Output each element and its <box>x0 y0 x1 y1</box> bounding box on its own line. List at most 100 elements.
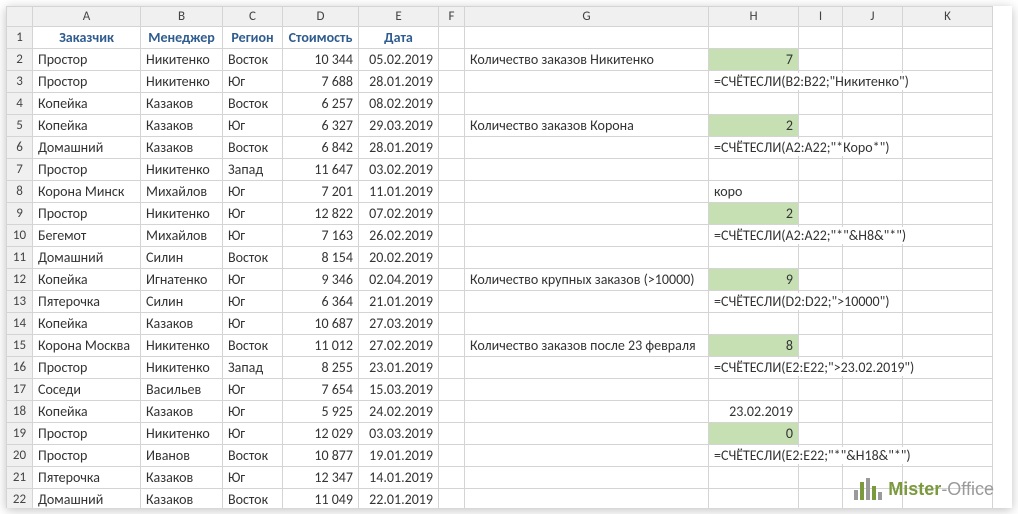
cell-H21[interactable] <box>709 467 799 489</box>
cell-G10[interactable] <box>465 225 709 247</box>
cell-K17[interactable] <box>903 379 993 401</box>
row-header-3[interactable]: 3 <box>7 71 33 93</box>
cell-D7[interactable]: 11 647 <box>283 159 359 181</box>
cell-A12[interactable]: Копейка <box>33 269 141 291</box>
cell-I12[interactable] <box>799 269 843 291</box>
col-header-I[interactable]: I <box>799 7 843 27</box>
row-header-7[interactable]: 7 <box>7 159 33 181</box>
cell-B2[interactable]: Никитенко <box>141 49 223 71</box>
cell-E7[interactable]: 03.02.2019 <box>359 159 439 181</box>
col-header-E[interactable]: E <box>359 7 439 27</box>
cell-I7[interactable] <box>799 159 843 181</box>
cell-C4[interactable]: Восток <box>223 93 283 115</box>
cell-F7[interactable] <box>439 159 465 181</box>
cell-B20[interactable]: Иванов <box>141 445 223 467</box>
cell-D11[interactable]: 8 154 <box>283 247 359 269</box>
cell-F22[interactable] <box>439 489 465 509</box>
cell-G2[interactable]: Количество заказов Никитенко <box>465 49 709 71</box>
cell-G7[interactable] <box>465 159 709 181</box>
cell-I2[interactable] <box>799 49 843 71</box>
cell-G22[interactable] <box>465 489 709 509</box>
cell-E3[interactable]: 28.01.2019 <box>359 71 439 93</box>
cell-A5[interactable]: Копейка <box>33 115 141 137</box>
row-header-4[interactable]: 4 <box>7 93 33 115</box>
cell-H19[interactable]: 0 <box>709 423 799 445</box>
cell-J18[interactable] <box>843 401 903 423</box>
cell-A18[interactable]: Копейка <box>33 401 141 423</box>
cell-F10[interactable] <box>439 225 465 247</box>
row-header-22[interactable]: 22 <box>7 489 33 509</box>
row-header-20[interactable]: 20 <box>7 445 33 467</box>
cell-E11[interactable]: 20.02.2019 <box>359 247 439 269</box>
col-header-C[interactable]: C <box>223 7 283 27</box>
cell-C17[interactable]: Юг <box>223 379 283 401</box>
cell-F1[interactable] <box>439 27 465 49</box>
cell-A4[interactable]: Копейка <box>33 93 141 115</box>
cell-C7[interactable]: Запад <box>223 159 283 181</box>
row-header-8[interactable]: 8 <box>7 181 33 203</box>
cell-D5[interactable]: 6 327 <box>283 115 359 137</box>
cell-G20[interactable] <box>465 445 709 467</box>
cell-K8[interactable] <box>903 181 993 203</box>
cell-H15[interactable]: 8 <box>709 335 799 357</box>
cell-G9[interactable] <box>465 203 709 225</box>
cell-F2[interactable] <box>439 49 465 71</box>
cell-J2[interactable] <box>843 49 903 71</box>
cell-H13[interactable]: =СЧЁТЕСЛИ(D2:D22;">10000") <box>709 291 799 313</box>
cell-H3[interactable]: =СЧЁТЕСЛИ(B2:B22;"Никитенко") <box>709 71 799 93</box>
cell-I4[interactable] <box>799 93 843 115</box>
cell-G1[interactable] <box>465 27 709 49</box>
cell-G12[interactable]: Количество крупных заказов (>10000) <box>465 269 709 291</box>
cell-I11[interactable] <box>799 247 843 269</box>
cell-A20[interactable]: Простор <box>33 445 141 467</box>
cell-C1[interactable]: Регион <box>223 27 283 49</box>
cell-K19[interactable] <box>903 423 993 445</box>
cell-C16[interactable]: Запад <box>223 357 283 379</box>
cell-E2[interactable]: 05.02.2019 <box>359 49 439 71</box>
cell-G19[interactable] <box>465 423 709 445</box>
cell-J17[interactable] <box>843 379 903 401</box>
cell-C19[interactable]: Юг <box>223 423 283 445</box>
cell-B5[interactable]: Казаков <box>141 115 223 137</box>
cell-D21[interactable]: 12 347 <box>283 467 359 489</box>
cell-E22[interactable]: 22.01.2019 <box>359 489 439 509</box>
cell-C6[interactable]: Восток <box>223 137 283 159</box>
cell-E13[interactable]: 21.01.2019 <box>359 291 439 313</box>
row-header-18[interactable]: 18 <box>7 401 33 423</box>
cell-G21[interactable] <box>465 467 709 489</box>
cell-J4[interactable] <box>843 93 903 115</box>
cell-K9[interactable] <box>903 203 993 225</box>
cell-F17[interactable] <box>439 379 465 401</box>
cell-G11[interactable] <box>465 247 709 269</box>
cell-A17[interactable]: Соседи <box>33 379 141 401</box>
cell-E1[interactable]: Дата <box>359 27 439 49</box>
cell-F18[interactable] <box>439 401 465 423</box>
cell-H22[interactable] <box>709 489 799 509</box>
cell-E20[interactable]: 19.01.2019 <box>359 445 439 467</box>
cell-F19[interactable] <box>439 423 465 445</box>
cell-D15[interactable]: 11 012 <box>283 335 359 357</box>
cell-K15[interactable] <box>903 335 993 357</box>
cell-D1[interactable]: Стоимость <box>283 27 359 49</box>
cell-A19[interactable]: Простор <box>33 423 141 445</box>
spreadsheet-grid[interactable]: ABCDEFGHIJK1ЗаказчикМенеджерРегионСтоимо… <box>6 6 993 508</box>
cell-G14[interactable] <box>465 313 709 335</box>
cell-B4[interactable]: Казаков <box>141 93 223 115</box>
cell-D6[interactable]: 6 842 <box>283 137 359 159</box>
cell-A8[interactable]: Корона Минск <box>33 181 141 203</box>
select-all-corner[interactable] <box>7 7 33 27</box>
row-header-5[interactable]: 5 <box>7 115 33 137</box>
cell-H16[interactable]: =СЧЁТЕСЛИ(E2:E22;">23.02.2019") <box>709 357 799 379</box>
cell-B15[interactable]: Никитенко <box>141 335 223 357</box>
cell-J14[interactable] <box>843 313 903 335</box>
cell-D14[interactable]: 10 687 <box>283 313 359 335</box>
cell-K10[interactable] <box>903 225 993 247</box>
cell-I22[interactable] <box>799 489 843 509</box>
cell-B13[interactable]: Силин <box>141 291 223 313</box>
cell-B1[interactable]: Менеджер <box>141 27 223 49</box>
cell-K18[interactable] <box>903 401 993 423</box>
col-header-H[interactable]: H <box>709 7 799 27</box>
cell-A13[interactable]: Пятерочка <box>33 291 141 313</box>
cell-G18[interactable] <box>465 401 709 423</box>
cell-F16[interactable] <box>439 357 465 379</box>
